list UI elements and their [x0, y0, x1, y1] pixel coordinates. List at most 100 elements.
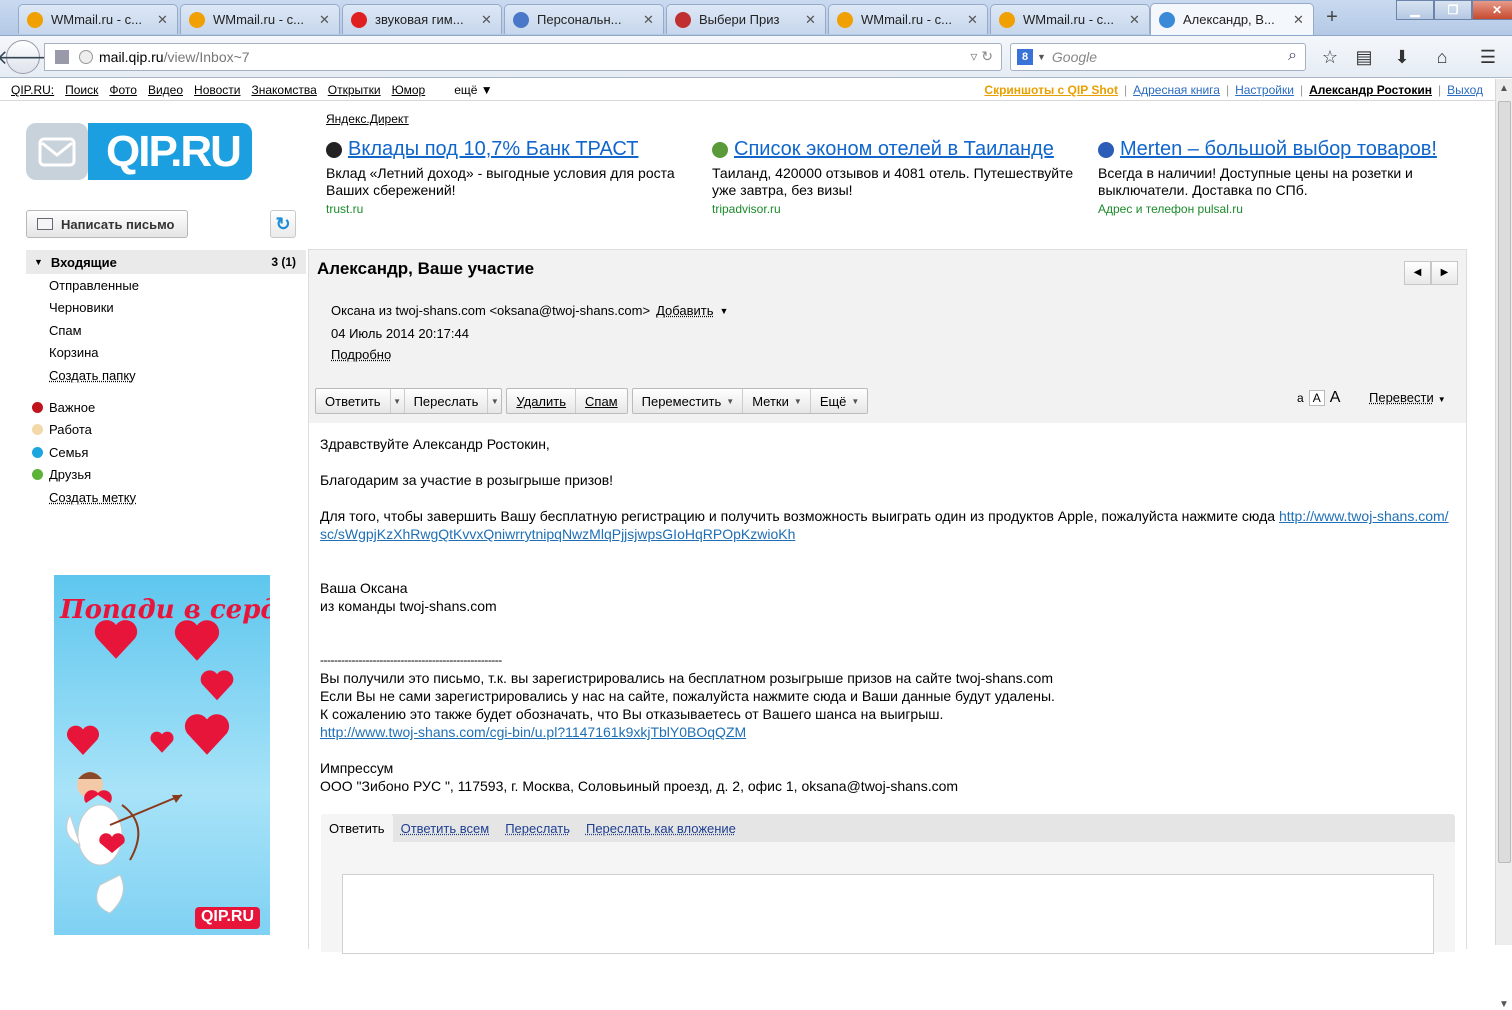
font-large-button[interactable]: А	[1330, 389, 1341, 407]
topnav-link[interactable]: QIP.RU:	[11, 83, 54, 97]
topnav-link[interactable]: Юмор	[392, 83, 426, 97]
qip-shot-link[interactable]: Скриншоты с QIP Shot	[984, 83, 1118, 97]
promo-banner[interactable]: Попади в сердце QIP.RU	[54, 575, 270, 935]
font-medium-button[interactable]: А	[1309, 390, 1325, 406]
tags-button[interactable]: Метки ▼	[743, 389, 811, 413]
spacer	[320, 453, 1450, 471]
folder-item[interactable]: Отправленные	[26, 274, 306, 297]
new-tab-button[interactable]: +	[1322, 6, 1342, 28]
label-item[interactable]: Работа	[26, 419, 306, 442]
download-icon[interactable]: ⬇	[1390, 46, 1414, 68]
bookmark-star-icon[interactable]: ☆	[1318, 46, 1342, 68]
qip-logo[interactable]: QIP.RU	[26, 123, 252, 180]
more-label: Ещё	[811, 394, 856, 409]
quick-reply-textarea[interactable]	[342, 874, 1434, 954]
close-icon[interactable]: ✕	[1293, 12, 1305, 28]
topnav-link[interactable]: Фото	[109, 83, 137, 97]
topnav-link[interactable]: Открытки	[328, 83, 381, 97]
reply-action-tab[interactable]: Переслать	[497, 814, 578, 842]
back-button[interactable]: 🡐	[6, 40, 40, 74]
scroll-down-icon[interactable]: ▼	[1499, 999, 1509, 1010]
details-link[interactable]: Подробно	[331, 347, 391, 362]
close-icon[interactable]: ✕	[319, 12, 331, 28]
reply-action-tab[interactable]: Переслать как вложение	[578, 814, 744, 842]
reply-button[interactable]: Ответить ▼	[316, 389, 405, 413]
create-folder-label: Создать папку	[49, 368, 136, 383]
page-scrollbar[interactable]: ▲ ▼	[1495, 79, 1512, 945]
reload-icon[interactable]: ▿ ↻	[970, 48, 993, 65]
label-item[interactable]: Семья	[26, 441, 306, 464]
close-icon[interactable]: ✕	[643, 12, 655, 28]
maximize-button[interactable]: ❐	[1434, 0, 1472, 20]
home-icon[interactable]: ⌂	[1430, 46, 1454, 68]
translate-dropdown[interactable]: Перевести ▼	[1369, 390, 1446, 405]
tab-label: WMmail.ru - с...	[213, 12, 313, 27]
create-folder-link[interactable]: Создать папку	[26, 364, 306, 387]
move-button[interactable]: Переместить ▼	[633, 389, 744, 413]
folder-item[interactable]: Корзина	[26, 342, 306, 365]
browser-tab[interactable]: WMmail.ru - с... ✕	[990, 4, 1150, 34]
close-icon[interactable]: ✕	[805, 12, 817, 28]
browser-tab[interactable]: WMmail.ru - с... ✕	[18, 4, 178, 34]
forward-button[interactable]: Переслать ▼	[405, 389, 502, 413]
menu-icon[interactable]: ☰	[1476, 46, 1500, 68]
close-window-button[interactable]: ✕	[1472, 0, 1512, 20]
chevron-down-icon[interactable]: ▼	[720, 306, 729, 316]
browser-tab[interactable]: Персональн... ✕	[504, 4, 664, 34]
folder-inbox[interactable]: ▼ Входящие 3 (1)	[26, 250, 306, 274]
topnav-link[interactable]: Знакомства	[251, 83, 316, 97]
folder-item[interactable]: Черновики	[26, 297, 306, 320]
prev-message-button[interactable]: ◀	[1404, 261, 1431, 285]
browser-tab[interactable]: Выбери Приз ✕	[666, 4, 826, 34]
next-message-button[interactable]: ▶	[1431, 261, 1458, 285]
user-name-link[interactable]: Александр Ростокин	[1309, 83, 1432, 97]
compose-button[interactable]: Написать письмо	[26, 210, 188, 238]
search-icon[interactable]: ⌕	[1288, 47, 1297, 65]
chevron-down-icon[interactable]: ▼	[487, 389, 501, 413]
collapse-triangle-icon[interactable]: ▼	[34, 257, 43, 267]
reply-action-tab[interactable]: Ответить всем	[393, 814, 498, 842]
topnav-link[interactable]: Видео	[148, 83, 183, 97]
unsubscribe-link[interactable]: http://www.twoj-shans.com/cgi-bin/u.pl?1…	[320, 724, 746, 740]
close-icon[interactable]: ✕	[481, 12, 493, 28]
topnav-link[interactable]: ещё ▼	[454, 83, 492, 97]
address-book-link[interactable]: Адресная книга	[1133, 83, 1220, 97]
ad-title-link[interactable]: Список эконом отелей в Таиланде	[712, 138, 1082, 161]
bookmarks-list-icon[interactable]: ▤	[1352, 46, 1376, 68]
label-item[interactable]: Важное	[26, 396, 306, 419]
delete-button[interactable]: Удалить	[507, 389, 576, 413]
create-label-link[interactable]: Создать метку	[26, 486, 306, 509]
close-icon[interactable]: ✕	[967, 12, 979, 28]
search-bar[interactable]: 8 ▼ Google ⌕	[1010, 43, 1306, 71]
close-icon[interactable]: ✕	[157, 12, 169, 28]
logout-link[interactable]: Выход	[1447, 83, 1483, 97]
ad-url[interactable]: tripadvisor.ru	[712, 202, 1082, 216]
scroll-up-icon[interactable]: ▲	[1499, 83, 1509, 94]
settings-link[interactable]: Настройки	[1235, 83, 1294, 97]
ad-title-link[interactable]: Merten – большой выбор товаров!	[1098, 138, 1468, 161]
chevron-down-icon[interactable]: ▼	[390, 389, 404, 413]
more-button[interactable]: Ещё ▼	[811, 389, 868, 413]
reply-action-tab[interactable]: Ответить	[321, 814, 393, 842]
ad-icon	[1098, 142, 1114, 158]
font-small-button[interactable]: а	[1297, 391, 1304, 405]
label-item[interactable]: Друзья	[26, 464, 306, 487]
topnav-link[interactable]: Новости	[194, 83, 240, 97]
browser-tab[interactable]: звуковая гим... ✕	[342, 4, 502, 34]
spam-button[interactable]: Спам	[576, 389, 627, 413]
browser-tab[interactable]: Александр, В... ✕	[1150, 3, 1314, 35]
minimize-button[interactable]: ▁	[1396, 0, 1434, 20]
close-icon[interactable]: ✕	[1129, 12, 1141, 28]
browser-tab[interactable]: WMmail.ru - с... ✕	[180, 4, 340, 34]
ad-url[interactable]: trust.ru	[326, 202, 696, 216]
url-bar[interactable]: mail.qip.ru/view/Inbox~7 ▿ ↻	[44, 43, 1002, 71]
browser-tab[interactable]: WMmail.ru - с... ✕	[828, 4, 988, 34]
scrollbar-thumb[interactable]	[1498, 101, 1511, 863]
add-contact-link[interactable]: Добавить	[656, 303, 713, 318]
yandex-direct-link[interactable]: Яндекс.Директ	[326, 112, 409, 126]
ad-title-link[interactable]: Вклады под 10,7% Банк ТРАСТ	[326, 138, 696, 161]
folder-item[interactable]: Спам	[26, 319, 306, 342]
topnav-link[interactable]: Поиск	[65, 83, 98, 97]
refresh-button[interactable]: ↻	[270, 210, 296, 238]
ad-url[interactable]: Адрес и телефон pulsal.ru	[1098, 202, 1468, 216]
